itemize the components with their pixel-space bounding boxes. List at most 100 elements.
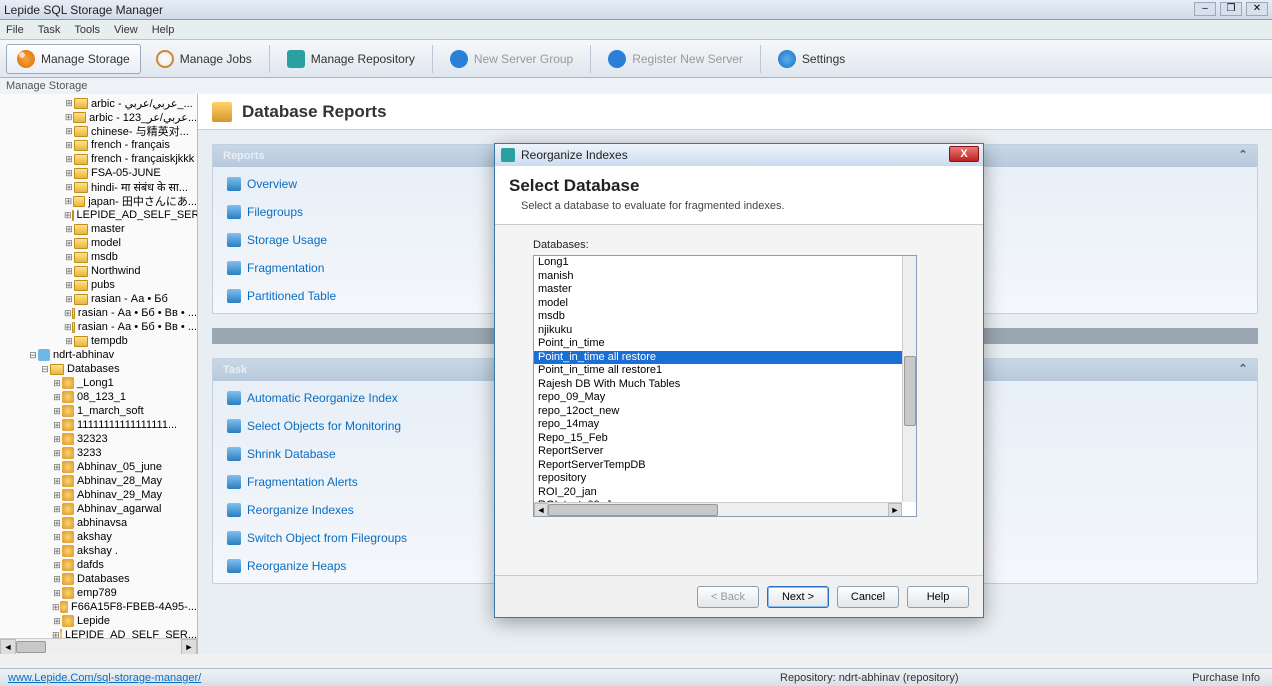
listbox-vertical-scrollbar[interactable]	[902, 256, 916, 502]
tree-database-item[interactable]: ⊞tempdb	[0, 334, 197, 348]
database-list-item[interactable]: Point_in_time	[534, 337, 902, 351]
expander-icon[interactable]: ⊞	[64, 112, 73, 123]
scroll-right-arrow[interactable]: ►	[181, 639, 197, 654]
menu-help[interactable]: Help	[152, 24, 175, 36]
tree-database-item[interactable]: ⊞master	[0, 222, 197, 236]
expander-icon[interactable]: ⊞	[52, 378, 62, 389]
tree-database-item[interactable]: ⊞1_march_soft	[0, 404, 197, 418]
tree-database-item[interactable]: ⊞akshay	[0, 530, 197, 544]
register-new-server-button[interactable]: Register New Server	[597, 44, 754, 74]
expander-icon[interactable]: ⊞	[52, 476, 62, 487]
tree-database-item[interactable]: ⊞Abhinav_05_june	[0, 460, 197, 474]
database-list-item[interactable]: repo_12oct_new	[534, 405, 902, 419]
vendor-link[interactable]: www.Lepide.Com/sql-storage-manager/	[0, 672, 209, 684]
tree-database-item[interactable]: ⊞LEPIDE_AD_SELF_SER...	[0, 628, 197, 638]
back-button[interactable]: < Back	[697, 586, 759, 608]
database-list-item[interactable]: model	[534, 297, 902, 311]
database-list-item[interactable]: Rajesh DB With Much Tables	[534, 378, 902, 392]
tree-database-item[interactable]: ⊞F66A15F8-FBEB-4A95-...	[0, 600, 197, 614]
tree-server-item[interactable]: ⊟ndrt-abhinav	[0, 348, 197, 362]
database-list-item[interactable]: njikuku	[534, 324, 902, 338]
database-list-item[interactable]: Point_in_time all restore1	[534, 364, 902, 378]
tree-database-item[interactable]: ⊞3233	[0, 446, 197, 460]
scroll-left-arrow[interactable]: ◄	[0, 639, 16, 654]
tree-database-item[interactable]: ⊞akshay .	[0, 544, 197, 558]
tree-database-item[interactable]: ⊞model	[0, 236, 197, 250]
expander-icon[interactable]: ⊞	[52, 560, 62, 571]
manage-repository-button[interactable]: Manage Repository	[276, 44, 426, 74]
dialog-titlebar[interactable]: Reorganize Indexes X	[495, 144, 983, 166]
expander-icon[interactable]: ⊞	[64, 336, 74, 347]
tree-database-item[interactable]: ⊞french - françaiskjkkk	[0, 152, 197, 166]
database-list-item[interactable]: Long1	[534, 256, 902, 270]
expander-icon[interactable]: ⊞	[52, 630, 60, 639]
menu-tools[interactable]: Tools	[74, 24, 100, 36]
tree-database-item[interactable]: ⊞emp789	[0, 586, 197, 600]
maximize-button[interactable]: ❐	[1220, 2, 1242, 16]
menu-view[interactable]: View	[114, 24, 138, 36]
database-list-item[interactable]: msdb	[534, 310, 902, 324]
expander-icon[interactable]: ⊞	[64, 196, 73, 207]
expander-icon[interactable]: ⊞	[52, 392, 62, 403]
tree-database-item[interactable]: ⊞32323	[0, 432, 197, 446]
dialog-close-button[interactable]: X	[949, 146, 979, 162]
minimize-button[interactable]: –	[1194, 2, 1216, 16]
manage-jobs-button[interactable]: Manage Jobs	[145, 44, 263, 74]
tree-database-item[interactable]: ⊞LEPIDE_AD_SELF_SER...	[0, 208, 197, 222]
database-list-item[interactable]: repo_09_May	[534, 391, 902, 405]
tree-database-item[interactable]: ⊞Databases	[0, 572, 197, 586]
tree[interactable]: ⊞arbic - عربي/عربي_...⊞arbic - 123_عربي/…	[0, 94, 197, 638]
tree-database-item[interactable]: ⊞rasian - Аа • Бб	[0, 292, 197, 306]
tree-database-item[interactable]: ⊞arbic - عربي/عربي_...	[0, 96, 197, 110]
vscroll-thumb[interactable]	[904, 356, 916, 426]
tree-database-item[interactable]: ⊞11111111111111111...	[0, 418, 197, 432]
expander-icon[interactable]: ⊞	[64, 168, 74, 179]
expander-icon[interactable]: ⊞	[52, 462, 62, 473]
database-list-item[interactable]: repository	[534, 472, 902, 486]
new-server-group-button[interactable]: New Server Group	[439, 44, 584, 74]
tree-database-item[interactable]: ⊞rasian - Аа • Бб • Вв • ...	[0, 320, 197, 334]
expander-icon[interactable]: ⊞	[64, 280, 74, 291]
tree-database-item[interactable]: ⊞pubs	[0, 278, 197, 292]
expander-icon[interactable]: ⊞	[64, 238, 74, 249]
expander-icon[interactable]: ⊟	[28, 350, 38, 361]
tree-database-item[interactable]: ⊞dafds	[0, 558, 197, 572]
expander-icon[interactable]: ⊞	[52, 518, 62, 529]
database-list-item[interactable]: ReportServer	[534, 445, 902, 459]
expander-icon[interactable]: ⊞	[52, 420, 62, 431]
help-button[interactable]: Help	[907, 586, 969, 608]
tree-database-item[interactable]: ⊞hindi- मा संबंध के सा...	[0, 180, 197, 194]
databases-listbox[interactable]: Long1manishmastermodelmsdbnjikukuPoint_i…	[533, 255, 917, 517]
expander-icon[interactable]: ⊞	[64, 308, 72, 319]
expander-icon[interactable]: ⊞	[64, 224, 74, 235]
tree-database-item[interactable]: ⊞chinese- 与精英对...	[0, 124, 197, 138]
tree-database-item[interactable]: ⊞Abhinav_28_May	[0, 474, 197, 488]
expander-icon[interactable]: ⊟	[40, 364, 50, 375]
database-list-item[interactable]: Repo_15_Feb	[534, 432, 902, 446]
expander-icon[interactable]: ⊞	[64, 182, 74, 193]
listbox-horizontal-scrollbar[interactable]: ◄ ►	[534, 502, 902, 516]
cancel-button[interactable]: Cancel	[837, 586, 899, 608]
expander-icon[interactable]: ⊞	[64, 140, 74, 151]
purchase-info-link[interactable]: Purchase Info	[1192, 672, 1260, 684]
tree-database-item[interactable]: ⊞Abhinav_29_May	[0, 488, 197, 502]
expander-icon[interactable]: ⊞	[52, 602, 60, 613]
tree-database-item[interactable]: ⊞arbic - 123_عربي/عر...	[0, 110, 197, 124]
tree-database-item[interactable]: ⊞japan- 田中さんにあ...	[0, 194, 197, 208]
tree-databases-folder[interactable]: ⊟Databases	[0, 362, 197, 376]
manage-storage-button[interactable]: Manage Storage	[6, 44, 141, 74]
settings-button[interactable]: Settings	[767, 44, 856, 74]
hscroll-thumb[interactable]	[548, 504, 718, 516]
expander-icon[interactable]: ⊞	[52, 532, 62, 543]
hscroll-right-arrow[interactable]: ►	[888, 503, 902, 517]
tree-database-item[interactable]: ⊞french - français	[0, 138, 197, 152]
tree-database-item[interactable]: ⊞_Long1	[0, 376, 197, 390]
expander-icon[interactable]: ⊞	[52, 490, 62, 501]
database-list-item[interactable]: ROI_20_jan	[534, 486, 902, 500]
expander-icon[interactable]: ⊞	[64, 266, 74, 277]
expander-icon[interactable]: ⊞	[52, 504, 62, 515]
expander-icon[interactable]: ⊞	[64, 98, 74, 109]
expander-icon[interactable]: ⊞	[52, 448, 62, 459]
database-list-item[interactable]: repo_14may	[534, 418, 902, 432]
database-list-item[interactable]: Point_in_time all restore	[534, 351, 902, 365]
